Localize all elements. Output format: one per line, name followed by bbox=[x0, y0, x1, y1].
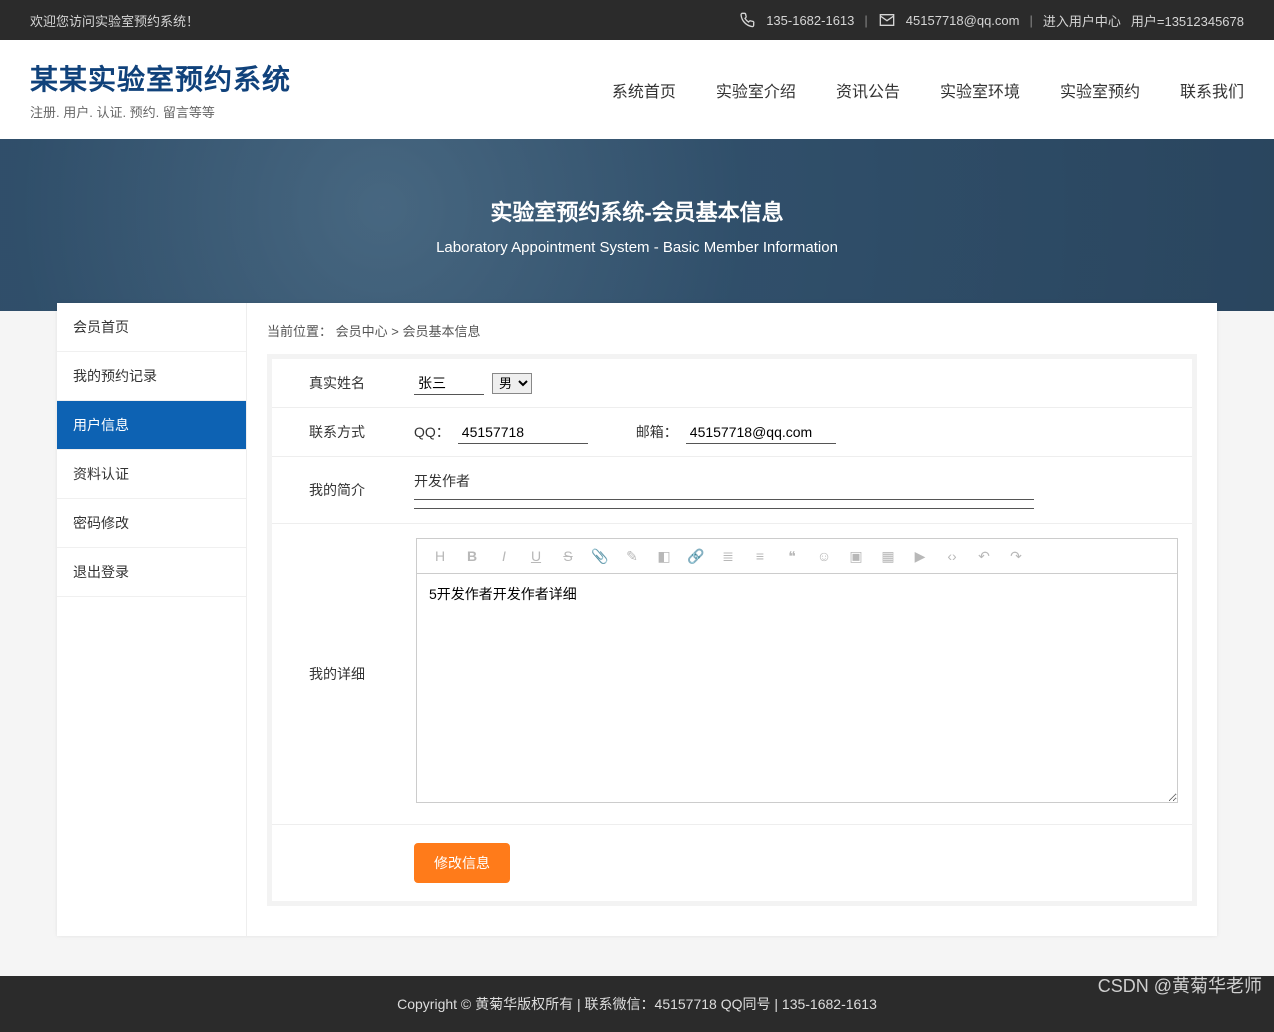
nav-home[interactable]: 系统首页 bbox=[612, 78, 676, 102]
main-nav: 系统首页 实验室介绍 资讯公告 实验室环境 实验室预约 联系我们 bbox=[612, 78, 1244, 102]
sidebar-item-verify[interactable]: 资料认证 bbox=[57, 450, 246, 499]
row-intro: 我的简介 开发作者 bbox=[272, 457, 1192, 524]
intro-divider bbox=[414, 499, 1034, 500]
breadcrumb-sep: > bbox=[391, 324, 402, 339]
sidebar: 会员首页 我的预约记录 用户信息 资料认证 密码修改 退出登录 bbox=[57, 303, 247, 936]
heading-icon[interactable]: H bbox=[431, 547, 449, 565]
qq-label: QQ： bbox=[414, 422, 450, 442]
header: 某某实验室预约系统 注册. 用户. 认证. 预约. 留言等等 系统首页 实验室介… bbox=[0, 40, 1274, 139]
editor-toolbar: H B I U S 📎 ✎ ◧ 🔗 ≣ ≡ ❝ ☺ bbox=[416, 538, 1178, 573]
nav-appointment[interactable]: 实验室预约 bbox=[1060, 78, 1140, 102]
code-icon[interactable]: ‹› bbox=[943, 547, 961, 565]
breadcrumb-current: 会员基本信息 bbox=[403, 324, 481, 339]
topbar-phone[interactable]: 135-1682-1613 bbox=[766, 13, 854, 28]
rich-editor: H B I U S 📎 ✎ ◧ 🔗 ≣ ≡ ❝ ☺ bbox=[414, 534, 1180, 814]
footer: Copyright © 黄菊华版权所有 | 联系微信：45157718 QQ同号… bbox=[0, 976, 1274, 1032]
sidebar-item-userinfo[interactable]: 用户信息 bbox=[57, 401, 246, 450]
breadcrumb-label: 当前位置： bbox=[267, 324, 332, 339]
intro-divider bbox=[414, 508, 1034, 509]
row-real-name: 真实姓名 男 bbox=[272, 359, 1192, 408]
bold-icon[interactable]: B bbox=[463, 547, 481, 565]
clip-icon[interactable]: 📎 bbox=[591, 547, 609, 565]
site-subtitle: 注册. 用户. 认证. 预约. 留言等等 bbox=[30, 102, 291, 121]
label-intro: 我的简介 bbox=[272, 457, 402, 523]
form-wrap: 真实姓名 男 联系方式 QQ： 邮箱： 我的简介 bbox=[267, 354, 1197, 906]
topbar-email[interactable]: 45157718@qq.com bbox=[906, 13, 1020, 28]
email-label: 邮箱： bbox=[636, 422, 678, 442]
link-icon[interactable]: 🔗 bbox=[687, 547, 705, 565]
quote-icon[interactable]: ❝ bbox=[783, 547, 801, 565]
breadcrumb: 当前位置： 会员中心 > 会员基本信息 bbox=[247, 321, 1217, 354]
image-icon[interactable]: ▣ bbox=[847, 547, 865, 565]
topbar-right: 135-1682-1613 | 45157718@qq.com | 进入用户中心… bbox=[738, 11, 1244, 30]
breadcrumb-center[interactable]: 会员中心 bbox=[336, 324, 388, 339]
real-name-input[interactable] bbox=[414, 372, 484, 395]
align-icon[interactable]: ≡ bbox=[751, 547, 769, 565]
topbar-welcome: 欢迎您访问实验室预约系统！ bbox=[30, 11, 199, 30]
banner-subtitle: Laboratory Appointment System - Basic Me… bbox=[436, 239, 838, 256]
redo-icon[interactable]: ↷ bbox=[1007, 547, 1025, 565]
emoji-icon[interactable]: ☺ bbox=[815, 547, 833, 565]
sidebar-item-password[interactable]: 密码修改 bbox=[57, 499, 246, 548]
erase-icon[interactable]: ◧ bbox=[655, 547, 673, 565]
qq-input[interactable] bbox=[458, 421, 588, 444]
row-contact: 联系方式 QQ： 邮箱： bbox=[272, 408, 1192, 457]
detail-textarea[interactable] bbox=[416, 573, 1178, 803]
main-container: 会员首页 我的预约记录 用户信息 资料认证 密码修改 退出登录 当前位置： 会员… bbox=[57, 303, 1217, 936]
intro-text: 开发作者 bbox=[414, 471, 1180, 491]
row-detail: 我的详细 H B I U S 📎 ✎ ◧ 🔗 ≣ bbox=[272, 524, 1192, 825]
submit-button[interactable]: 修改信息 bbox=[414, 843, 510, 883]
video-icon[interactable]: ▶ bbox=[911, 547, 929, 565]
label-detail: 我的详细 bbox=[272, 524, 402, 824]
list-icon[interactable]: ≣ bbox=[719, 547, 737, 565]
brush-icon[interactable]: ✎ bbox=[623, 547, 641, 565]
nav-news[interactable]: 资讯公告 bbox=[836, 78, 900, 102]
email-icon bbox=[878, 11, 896, 29]
nav-contact[interactable]: 联系我们 bbox=[1180, 78, 1244, 102]
topbar: 欢迎您访问实验室预约系统！ 135-1682-1613 | 45157718@q… bbox=[0, 0, 1274, 40]
banner-title: 实验室预约系统-会员基本信息 bbox=[490, 195, 783, 227]
footer-text: Copyright © 黄菊华版权所有 | 联系微信：45157718 QQ同号… bbox=[397, 996, 877, 1012]
label-empty bbox=[272, 825, 402, 901]
strikethrough-icon[interactable]: S bbox=[559, 547, 577, 565]
banner: 实验室预约系统-会员基本信息 Laboratory Appointment Sy… bbox=[0, 139, 1274, 311]
underline-icon[interactable]: U bbox=[527, 547, 545, 565]
sidebar-item-home[interactable]: 会员首页 bbox=[57, 303, 246, 352]
label-real-name: 真实姓名 bbox=[272, 359, 402, 407]
sidebar-item-logout[interactable]: 退出登录 bbox=[57, 548, 246, 597]
nav-lab-intro[interactable]: 实验室介绍 bbox=[716, 78, 796, 102]
email-input[interactable] bbox=[686, 421, 836, 444]
table-icon[interactable]: ▦ bbox=[879, 547, 897, 565]
site-title: 某某实验室预约系统 bbox=[30, 58, 291, 98]
current-user-label[interactable]: 用户=13512345678 bbox=[1131, 11, 1244, 30]
enter-user-center-link[interactable]: 进入用户中心 bbox=[1043, 11, 1121, 30]
undo-icon[interactable]: ↶ bbox=[975, 547, 993, 565]
separator: | bbox=[864, 13, 867, 28]
logo-block: 某某实验室预约系统 注册. 用户. 认证. 预约. 留言等等 bbox=[30, 58, 291, 121]
sidebar-item-records[interactable]: 我的预约记录 bbox=[57, 352, 246, 401]
gender-select[interactable]: 男 bbox=[492, 373, 532, 394]
separator: | bbox=[1029, 13, 1032, 28]
row-submit: 修改信息 bbox=[272, 825, 1192, 901]
main-content: 当前位置： 会员中心 > 会员基本信息 真实姓名 男 联系方式 QQ： bbox=[247, 303, 1217, 936]
label-contact: 联系方式 bbox=[272, 408, 402, 456]
nav-environment[interactable]: 实验室环境 bbox=[940, 78, 1020, 102]
phone-icon bbox=[738, 11, 756, 29]
italic-icon[interactable]: I bbox=[495, 547, 513, 565]
